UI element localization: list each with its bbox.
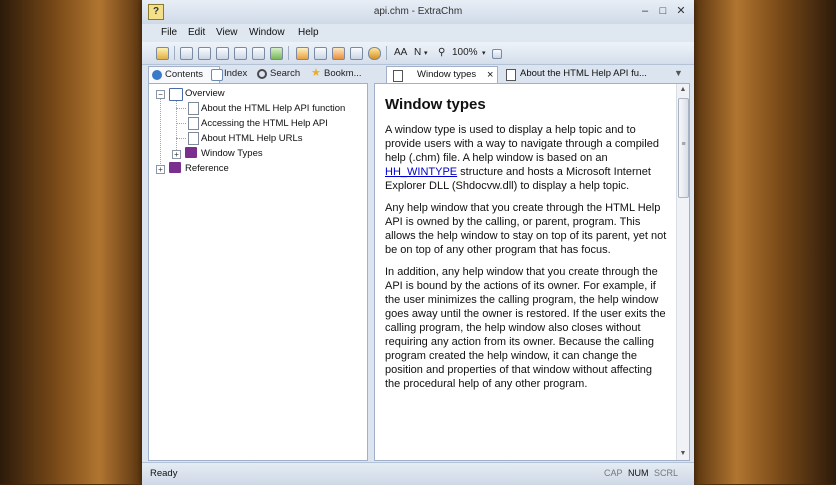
back-icon[interactable] (296, 47, 309, 60)
menu-bar: File Edit View Window Help (142, 24, 694, 42)
toolbar-options-icon[interactable] (492, 49, 502, 59)
cap-indicator: CAP (604, 468, 623, 478)
closed-book-icon (169, 162, 181, 173)
collapse-toggle[interactable]: − (156, 90, 165, 99)
expand-toggle[interactable]: + (172, 150, 181, 159)
open-folder-icon[interactable] (156, 47, 169, 60)
closed-book-icon (185, 147, 197, 158)
num-indicator: NUM (628, 468, 649, 478)
font-menu-button[interactable]: N (414, 47, 421, 58)
tab-search-label: Search (270, 68, 301, 79)
topic-paragraph: A window type is used to display a help … (385, 124, 659, 192)
zoom-dropdown-icon[interactable]: ▾ (482, 49, 486, 57)
tab-bookmarks[interactable]: ★ Bookm... (308, 66, 380, 82)
menu-file[interactable]: File (161, 27, 177, 38)
scroll-down-icon[interactable]: ▼ (677, 448, 689, 460)
refresh-icon[interactable] (270, 47, 283, 60)
topic-content: Window types A window type is used to di… (374, 83, 690, 461)
tree-item-overview[interactable]: Overview (185, 88, 225, 99)
tab-bookmarks-label: Bookm... (324, 68, 362, 79)
tree-item-help-urls[interactable]: About HTML Help URLs (201, 133, 303, 144)
document-icon (506, 69, 516, 81)
doc-tab-about-api[interactable]: About the HTML Help API fu... (500, 66, 650, 82)
topic-paragraph: In addition, any help window that you cr… (385, 266, 666, 390)
open-book-icon (169, 88, 183, 101)
page-icon[interactable] (252, 47, 265, 60)
menu-view[interactable]: View (216, 27, 238, 38)
scroll-thumb[interactable]: ≡ (678, 98, 689, 198)
document-tabs: Window types × About the HTML Help API f… (374, 66, 688, 83)
hh-wintype-link[interactable]: HH_WINTYPE (385, 166, 457, 178)
close-tab-icon[interactable]: × (487, 67, 493, 83)
font-size-button[interactable]: AA (394, 47, 407, 58)
print-preview-icon[interactable] (198, 47, 211, 60)
tab-index-label: Index (224, 68, 248, 79)
menu-help[interactable]: Help (298, 27, 319, 38)
sync-icon[interactable] (350, 47, 363, 60)
status-text: Ready (150, 468, 178, 479)
font-dropdown-icon[interactable]: ▾ (424, 49, 428, 57)
search-icon (257, 69, 267, 79)
doc-tab-window-types[interactable]: Window types × (386, 66, 498, 83)
home-icon[interactable] (332, 47, 345, 60)
expand-toggle[interactable]: + (156, 165, 165, 174)
scroll-grip-icon: ≡ (681, 141, 686, 148)
toolbar-separator (288, 46, 289, 60)
tree-item-accessing-api[interactable]: Accessing the HTML Help API (201, 118, 328, 129)
document-icon (393, 70, 403, 82)
scroll-up-icon[interactable]: ▲ (677, 84, 689, 96)
tab-contents-label: Contents (165, 69, 204, 80)
tree-item-reference[interactable]: Reference (185, 163, 229, 174)
tree-item-window-types[interactable]: Window Types (201, 148, 263, 159)
vertical-scrollbar[interactable]: ▲ ≡ ▼ (676, 84, 689, 460)
print-icon[interactable] (180, 47, 193, 60)
toolbar-separator (174, 46, 175, 60)
toolbar: AA N ▾ ⚲ 100% ▾ (142, 42, 694, 65)
doc-tab-label: About the HTML Help API fu... (520, 68, 647, 79)
page-icon (188, 102, 199, 115)
menu-window[interactable]: Window (249, 27, 285, 38)
nav-tabs: Contents Index Search ★ Bookm... (148, 66, 368, 83)
app-window: ? api.chm - ExtraChm – □ ✕ File Edit Vie… (142, 0, 694, 485)
forward-icon[interactable] (314, 47, 327, 60)
contents-tree: − Overview About the HTML Help API funct… (148, 83, 368, 461)
background-left (0, 0, 142, 484)
copy-icon[interactable] (216, 47, 229, 60)
status-bar: Ready CAP NUM SCRL (142, 462, 694, 485)
topic-heading: Window types (385, 96, 486, 113)
paste-icon[interactable] (234, 47, 247, 60)
favorites-icon[interactable] (368, 47, 381, 60)
zoom-icon[interactable]: ⚲ (438, 47, 445, 58)
page-icon (188, 132, 199, 145)
index-icon (211, 69, 223, 81)
maximize-button[interactable]: □ (654, 4, 672, 18)
page-icon (188, 117, 199, 130)
window-title: api.chm - ExtraChm (373, 6, 463, 17)
background-right (694, 0, 836, 484)
topic-paragraph: Any help window that you create through … (385, 202, 667, 256)
bookmark-star-icon: ★ (311, 67, 321, 79)
menu-edit[interactable]: Edit (188, 27, 205, 38)
title-bar[interactable]: ? api.chm - ExtraChm – □ ✕ (142, 0, 694, 25)
close-button[interactable]: ✕ (672, 4, 690, 18)
tree-item-api-function[interactable]: About the HTML Help API function (201, 103, 345, 114)
scrl-indicator: SCRL (654, 468, 679, 478)
tab-list-dropdown-icon[interactable]: ▼ (674, 68, 683, 78)
minimize-button[interactable]: – (636, 4, 654, 18)
toolbar-separator (386, 46, 387, 60)
contents-icon (152, 70, 162, 80)
zoom-level[interactable]: 100% (452, 47, 478, 58)
doc-tab-label: Window types (417, 69, 477, 80)
